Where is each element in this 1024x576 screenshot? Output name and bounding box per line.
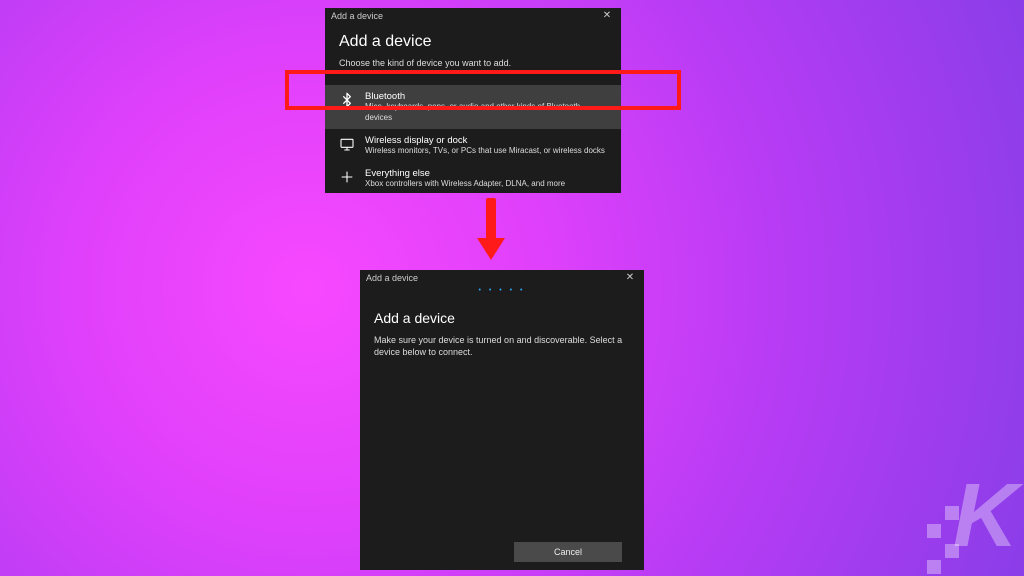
- option-texts: Bluetooth Mice, keyboards, pens, or audi…: [365, 91, 607, 123]
- dialog-add-device-step1: Add a device ✕ Add a device Choose the k…: [325, 8, 621, 193]
- titlebar-label: Add a device: [366, 273, 418, 283]
- option-desc: Mice, keyboards, pens, or audio and othe…: [365, 102, 607, 123]
- watermark-letter: K: [953, 465, 1014, 568]
- cancel-button[interactable]: Cancel: [514, 542, 622, 562]
- watermark-logo: K: [919, 465, 1014, 568]
- titlebar-label: Add a device: [331, 11, 383, 21]
- dialog-subtext: Choose the kind of device you want to ad…: [339, 57, 607, 69]
- annotation-arrow-down-icon: [478, 198, 502, 264]
- option-title: Bluetooth: [365, 91, 607, 102]
- option-title: Wireless display or dock: [365, 135, 607, 146]
- dialog-subtext: Make sure your device is turned on and d…: [374, 334, 630, 358]
- close-icon[interactable]: ✕: [599, 10, 615, 21]
- progress-indicator: • • • • •: [360, 287, 644, 294]
- option-title: Everything else: [365, 168, 607, 179]
- option-bluetooth[interactable]: Bluetooth Mice, keyboards, pens, or audi…: [325, 85, 621, 129]
- option-desc: Xbox controllers with Wireless Adapter, …: [365, 179, 607, 189]
- close-icon[interactable]: ✕: [622, 272, 638, 283]
- plus-icon: [339, 169, 355, 185]
- option-wireless-display[interactable]: Wireless display or dock Wireless monito…: [325, 129, 621, 162]
- bluetooth-icon: [339, 92, 355, 108]
- dialog-body: Add a device Make sure your device is tu…: [360, 294, 644, 374]
- dialog-heading: Add a device: [374, 310, 630, 326]
- monitor-icon: [339, 136, 355, 152]
- option-texts: Everything else Xbox controllers with Wi…: [365, 168, 607, 189]
- option-desc: Wireless monitors, TVs, or PCs that use …: [365, 146, 607, 156]
- dialog-add-device-step2: Add a device ✕ • • • • • Add a device Ma…: [360, 270, 644, 570]
- dialog-heading: Add a device: [339, 33, 607, 51]
- titlebar: Add a device ✕: [360, 270, 644, 285]
- option-everything-else[interactable]: Everything else Xbox controllers with Wi…: [325, 162, 621, 195]
- dialog-body: Add a device Choose the kind of device y…: [325, 23, 621, 85]
- option-texts: Wireless display or dock Wireless monito…: [365, 135, 607, 156]
- titlebar: Add a device ✕: [325, 8, 621, 23]
